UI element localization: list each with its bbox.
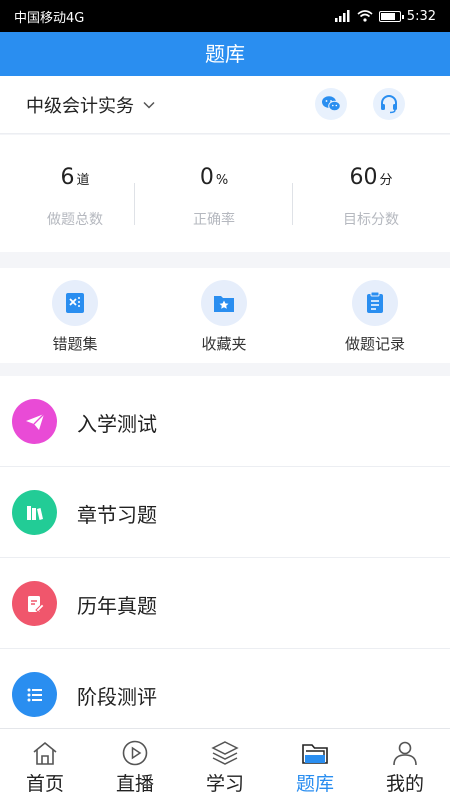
stat-unit: 分 xyxy=(379,173,393,188)
stat-label: 目标分数 xyxy=(343,212,399,228)
subject-bar: 中级会计实务 xyxy=(0,76,450,134)
practice-record-icon xyxy=(367,291,383,313)
clock: 5:32 xyxy=(406,8,436,24)
folder-icon xyxy=(302,744,328,764)
carrier-label: 中国移动4G xyxy=(14,10,85,26)
exam-paper-icon xyxy=(27,595,45,613)
list-item-stage-assessment[interactable]: 阶段测评 xyxy=(0,649,450,728)
stat-value: 6 xyxy=(60,165,75,190)
divider xyxy=(292,183,293,225)
subject-name: 中级会计实务 xyxy=(26,96,134,117)
stats-panel: 6道 做题总数 0% 正确率 60 分 目标分数 xyxy=(0,135,450,252)
list-icon xyxy=(27,688,42,701)
tool-label: 错题集 xyxy=(52,335,98,353)
customer-service-button[interactable] xyxy=(373,88,405,120)
books-icon xyxy=(26,505,43,520)
list-item-entrance-test[interactable]: 入学测试 xyxy=(0,376,450,467)
stat-label: 做题总数 xyxy=(47,212,103,228)
stat-target-score: 60 分 目标分数 xyxy=(296,135,446,252)
divider xyxy=(134,183,135,225)
page-title: 题库 xyxy=(0,32,450,76)
battery-icon xyxy=(378,10,404,22)
tab-label: 首页 xyxy=(25,773,64,795)
stat-total-questions: 6道 做题总数 xyxy=(0,135,150,252)
tab-question-bank[interactable]: 题库 xyxy=(270,729,360,800)
wechat-button[interactable] xyxy=(315,88,347,120)
status-bar: 中国移动4G 5:32 xyxy=(0,0,450,32)
tools-row: 错题集 收藏夹 做题记录 xyxy=(0,268,450,363)
tab-label: 题库 xyxy=(295,773,334,795)
list-item-label: 章节习题 xyxy=(77,503,157,527)
tool-label: 收藏夹 xyxy=(201,335,247,353)
user-icon xyxy=(393,741,417,766)
tab-profile[interactable]: 我的 xyxy=(360,729,450,800)
tab-label: 直播 xyxy=(115,773,154,795)
list-item-past-exams[interactable]: 历年真题 xyxy=(0,558,450,649)
question-category-list: 入学测试 章节习题 历年真题 阶段测评 xyxy=(0,376,450,728)
stat-label: 正确率 xyxy=(193,212,235,228)
favorites-button[interactable]: 收藏夹 xyxy=(169,280,279,354)
tool-label: 做题记录 xyxy=(344,335,405,353)
tab-live[interactable]: 直播 xyxy=(90,729,180,800)
wrong-questions-button[interactable]: 错题集 xyxy=(20,280,130,354)
stat-value: 0 xyxy=(199,165,214,190)
list-item-chapter-exercises[interactable]: 章节习题 xyxy=(0,467,450,558)
tab-label: 学习 xyxy=(205,773,244,795)
practice-record-button[interactable]: 做题记录 xyxy=(320,280,430,354)
chevron-down-icon xyxy=(143,101,155,109)
list-item-label: 历年真题 xyxy=(77,594,157,618)
live-play-icon xyxy=(122,740,148,766)
list-item-label: 阶段测评 xyxy=(77,685,157,709)
wrong-questions-icon xyxy=(66,293,84,313)
stat-accuracy: 0% 正确率 xyxy=(139,135,289,252)
paper-plane-icon xyxy=(25,413,44,430)
list-item-label: 入学测试 xyxy=(77,412,157,436)
subject-selector[interactable]: 中级会计实务 xyxy=(26,92,156,118)
wechat-icon xyxy=(322,96,341,112)
layers-icon xyxy=(211,741,239,765)
signal-icon xyxy=(334,10,350,22)
wifi-icon xyxy=(357,10,373,22)
stat-unit: 道 xyxy=(76,173,90,188)
bottom-tab-bar: 首页 直播 学习 题库 我的 xyxy=(0,728,450,800)
tab-label: 我的 xyxy=(385,773,424,795)
tab-home[interactable]: 首页 xyxy=(0,729,90,800)
home-icon xyxy=(33,741,57,765)
stat-value: 60 xyxy=(349,165,378,190)
stat-unit: % xyxy=(215,173,229,188)
headset-icon xyxy=(381,95,397,114)
tab-study[interactable]: 学习 xyxy=(180,729,270,800)
favorites-folder-icon xyxy=(214,296,234,312)
